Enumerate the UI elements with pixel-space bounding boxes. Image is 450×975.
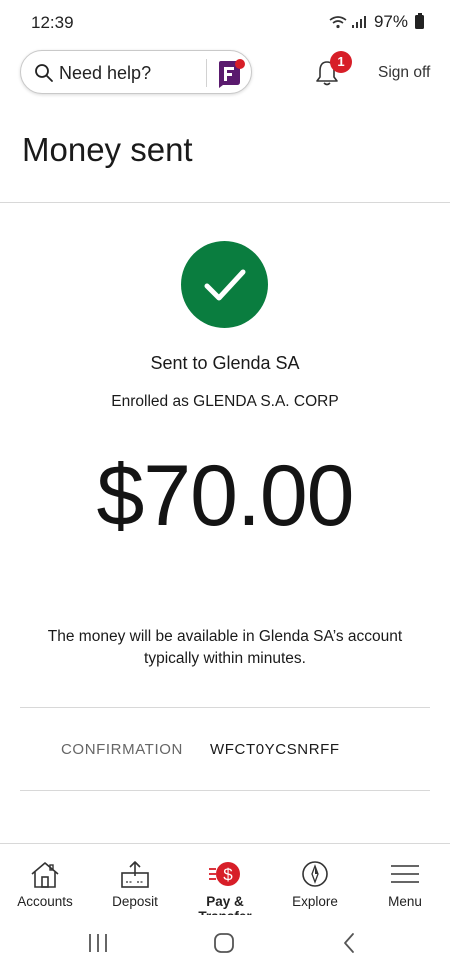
divider [20, 707, 430, 708]
bottom-navigation: Accounts Deposit $ Pay & Transfer Explor… [0, 843, 450, 924]
search-input[interactable]: Need help? [59, 63, 151, 84]
nav-menu[interactable]: Menu [360, 844, 450, 916]
signal-icon [351, 15, 367, 29]
nav-accounts[interactable]: Accounts [0, 844, 90, 916]
availability-note: The money will be available in Glenda SA… [47, 628, 403, 667]
nav-label: Explore [292, 894, 338, 909]
pay-transfer-icon: $ [209, 862, 240, 886]
house-icon [31, 862, 59, 888]
battery-icon [415, 13, 424, 29]
back-arrow-icon[interactable] [338, 931, 362, 955]
confirmation-number: WFCT0YCSNRFF [210, 741, 340, 758]
wifi-icon [329, 15, 347, 29]
status-time: 12:39 [31, 13, 74, 32]
fargo-assistant-icon[interactable] [215, 57, 247, 89]
deposit-icon [121, 861, 149, 888]
help-search-bar[interactable]: Need help? [20, 50, 252, 94]
status-indicators: 97% [329, 12, 424, 32]
nav-deposit[interactable]: Deposit [90, 844, 180, 916]
sign-off-link[interactable]: Sign off [378, 64, 430, 82]
home-button-icon[interactable] [212, 931, 236, 955]
divider [206, 59, 207, 87]
enrolled-as-text: Enrolled as GLENDA S.A. CORP [111, 393, 339, 410]
hamburger-menu-icon [391, 865, 419, 883]
system-navigation-bar [0, 915, 450, 975]
battery-percent: 97% [373, 12, 408, 31]
recipient-text: Sent to Glenda SA [150, 353, 300, 373]
nav-explore[interactable]: Explore [270, 844, 360, 916]
amount-sent: $70.00 [96, 448, 354, 544]
confirmation-label: CONFIRMATION [61, 741, 183, 758]
nav-pay-transfer[interactable]: $ Pay & Transfer [180, 844, 270, 924]
nav-label: Deposit [112, 894, 158, 909]
page-title: Money sent [22, 131, 193, 168]
search-icon [35, 64, 53, 82]
top-header: Need help? 1 Sign off [0, 50, 450, 96]
divider [0, 202, 450, 203]
status-bar: 12:39 97% [0, 0, 450, 44]
svg-text:$: $ [223, 865, 233, 884]
divider [20, 790, 430, 791]
nav-label: Menu [388, 894, 422, 909]
recent-apps-icon[interactable] [86, 931, 110, 955]
success-check-icon [181, 241, 268, 328]
notification-badge: 1 [330, 51, 352, 73]
compass-icon [302, 861, 328, 887]
nav-label: Accounts [17, 894, 73, 909]
